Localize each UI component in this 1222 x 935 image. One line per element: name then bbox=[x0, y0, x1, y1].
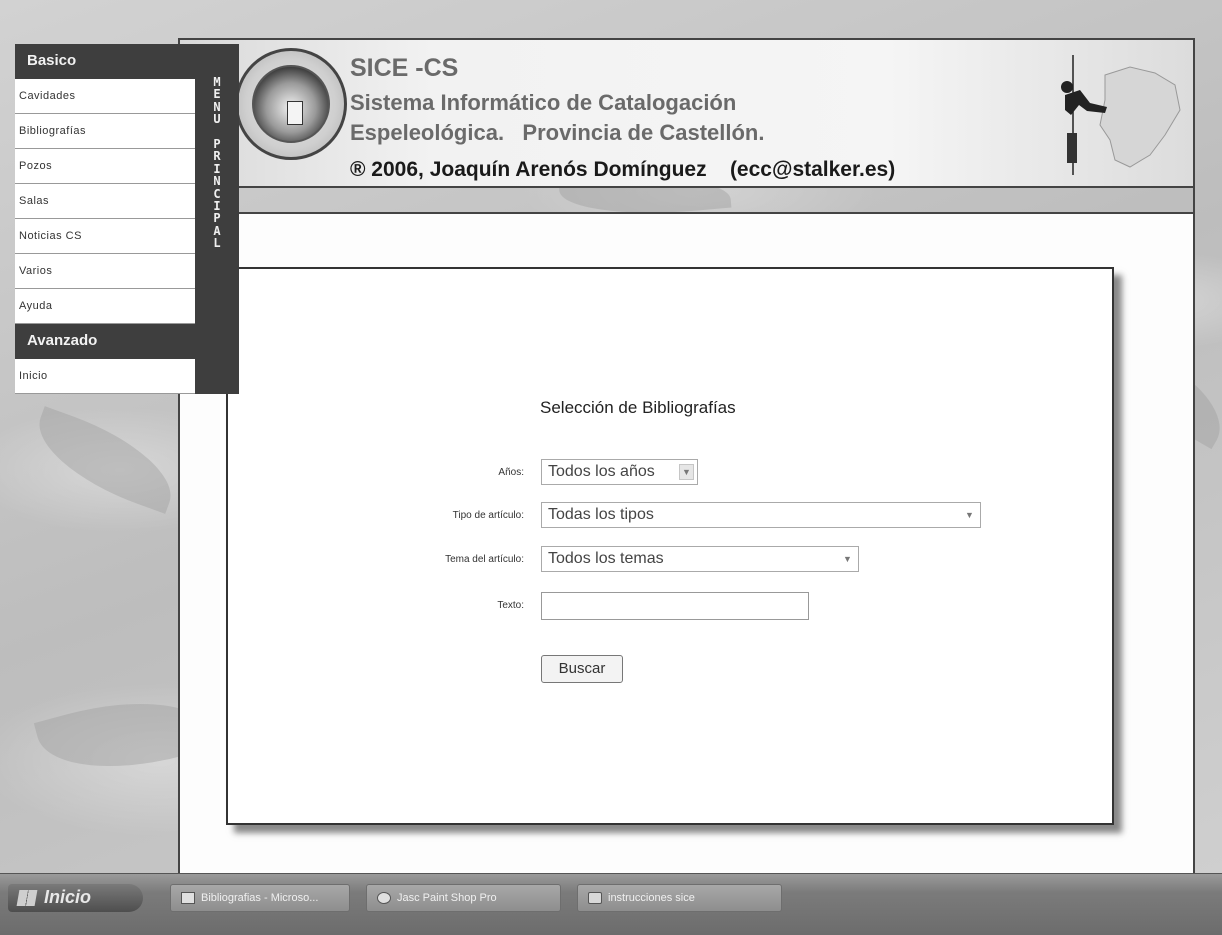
main-menu: Basico Cavidades Bibliografías Pozos Sal… bbox=[15, 44, 195, 394]
logo-emblem bbox=[252, 65, 330, 143]
article-type-select-value: Todas los tipos bbox=[548, 506, 654, 523]
task-label: Jasc Paint Shop Pro bbox=[397, 892, 497, 904]
years-select[interactable]: Todos los años ▼ bbox=[541, 459, 698, 485]
start-label: Inicio bbox=[44, 887, 92, 907]
chevron-down-icon[interactable]: ▼ bbox=[679, 464, 694, 480]
menu-header-advanced: Avanzado bbox=[15, 324, 195, 359]
years-select-value: Todos los años bbox=[548, 463, 655, 480]
paint-shop-icon bbox=[377, 892, 391, 904]
chevron-down-icon[interactable]: ▼ bbox=[962, 507, 977, 523]
taskbar: Inicio Bibliografias - Microso... Jasc P… bbox=[0, 873, 1222, 935]
folder-icon bbox=[588, 892, 602, 904]
menu-label-letter: E bbox=[213, 87, 221, 102]
menu-item-bibliografias[interactable]: Bibliografías bbox=[15, 114, 195, 149]
subtitle-line-1: Sistema Informático de Catalogación bbox=[350, 90, 737, 115]
background-leaf bbox=[24, 406, 186, 514]
site-title: SICE -CS bbox=[350, 54, 459, 82]
task-instrucciones[interactable]: instrucciones sice bbox=[577, 884, 782, 912]
copyright-credit: ® 2006, Joaquín Arenós Domínguez (ecc@st… bbox=[350, 158, 896, 181]
search-button[interactable]: Buscar bbox=[541, 655, 623, 683]
site-subtitle: Sistema Informático de Catalogación Espe… bbox=[350, 88, 764, 148]
tower-icon bbox=[287, 101, 303, 125]
page-title: Selección de Bibliografías bbox=[540, 398, 736, 417]
menu-item-salas[interactable]: Salas bbox=[15, 184, 195, 219]
windows-logo-icon bbox=[16, 890, 38, 906]
menu-item-pozos[interactable]: Pozos bbox=[15, 149, 195, 184]
menu-item-ayuda[interactable]: Ayuda bbox=[15, 289, 195, 324]
menu-label-letter: R bbox=[213, 149, 221, 164]
years-label: Años: bbox=[498, 467, 524, 478]
menu-label-letter: L bbox=[213, 236, 221, 251]
menu-label-letter: U bbox=[213, 112, 221, 127]
subtitle-line-2: Espeleológica. Provincia de Castellón. bbox=[350, 120, 765, 145]
task-label: Bibliografias - Microso... bbox=[201, 892, 319, 904]
menu-principal-label: M E N U P R I N C I P A L bbox=[195, 44, 239, 394]
chevron-down-icon[interactable]: ▼ bbox=[840, 551, 855, 567]
menu-item-varios[interactable]: Varios bbox=[15, 254, 195, 289]
start-button[interactable]: Inicio bbox=[8, 884, 143, 912]
article-topic-select[interactable]: Todos los temas ▼ bbox=[541, 546, 859, 572]
text-search-input[interactable] bbox=[541, 592, 809, 620]
task-bibliografias[interactable]: Bibliografias - Microso... bbox=[170, 884, 350, 912]
text-label: Texto: bbox=[497, 600, 524, 611]
article-topic-select-value: Todos los temas bbox=[548, 550, 664, 567]
menu-label-letter: P bbox=[213, 211, 221, 226]
caver-map-illustration bbox=[1061, 55, 1181, 175]
menu-item-inicio[interactable]: Inicio bbox=[15, 359, 195, 394]
club-logo bbox=[235, 48, 347, 160]
task-paint-shop[interactable]: Jasc Paint Shop Pro bbox=[366, 884, 561, 912]
task-label: instrucciones sice bbox=[608, 892, 695, 904]
menu-label-letter: N bbox=[213, 174, 221, 189]
article-type-label: Tipo de artículo: bbox=[452, 510, 524, 521]
menu-header-basic: Basico bbox=[15, 44, 195, 79]
menu-item-cavidades[interactable]: Cavidades bbox=[15, 79, 195, 114]
menu-item-noticias[interactable]: Noticias CS bbox=[15, 219, 195, 254]
article-type-select[interactable]: Todas los tipos ▼ bbox=[541, 502, 981, 528]
browser-window-icon bbox=[181, 892, 195, 904]
site-header: SICE -CS Sistema Informático de Cataloga… bbox=[180, 40, 1193, 188]
article-topic-label: Tema del artículo: bbox=[445, 554, 524, 565]
